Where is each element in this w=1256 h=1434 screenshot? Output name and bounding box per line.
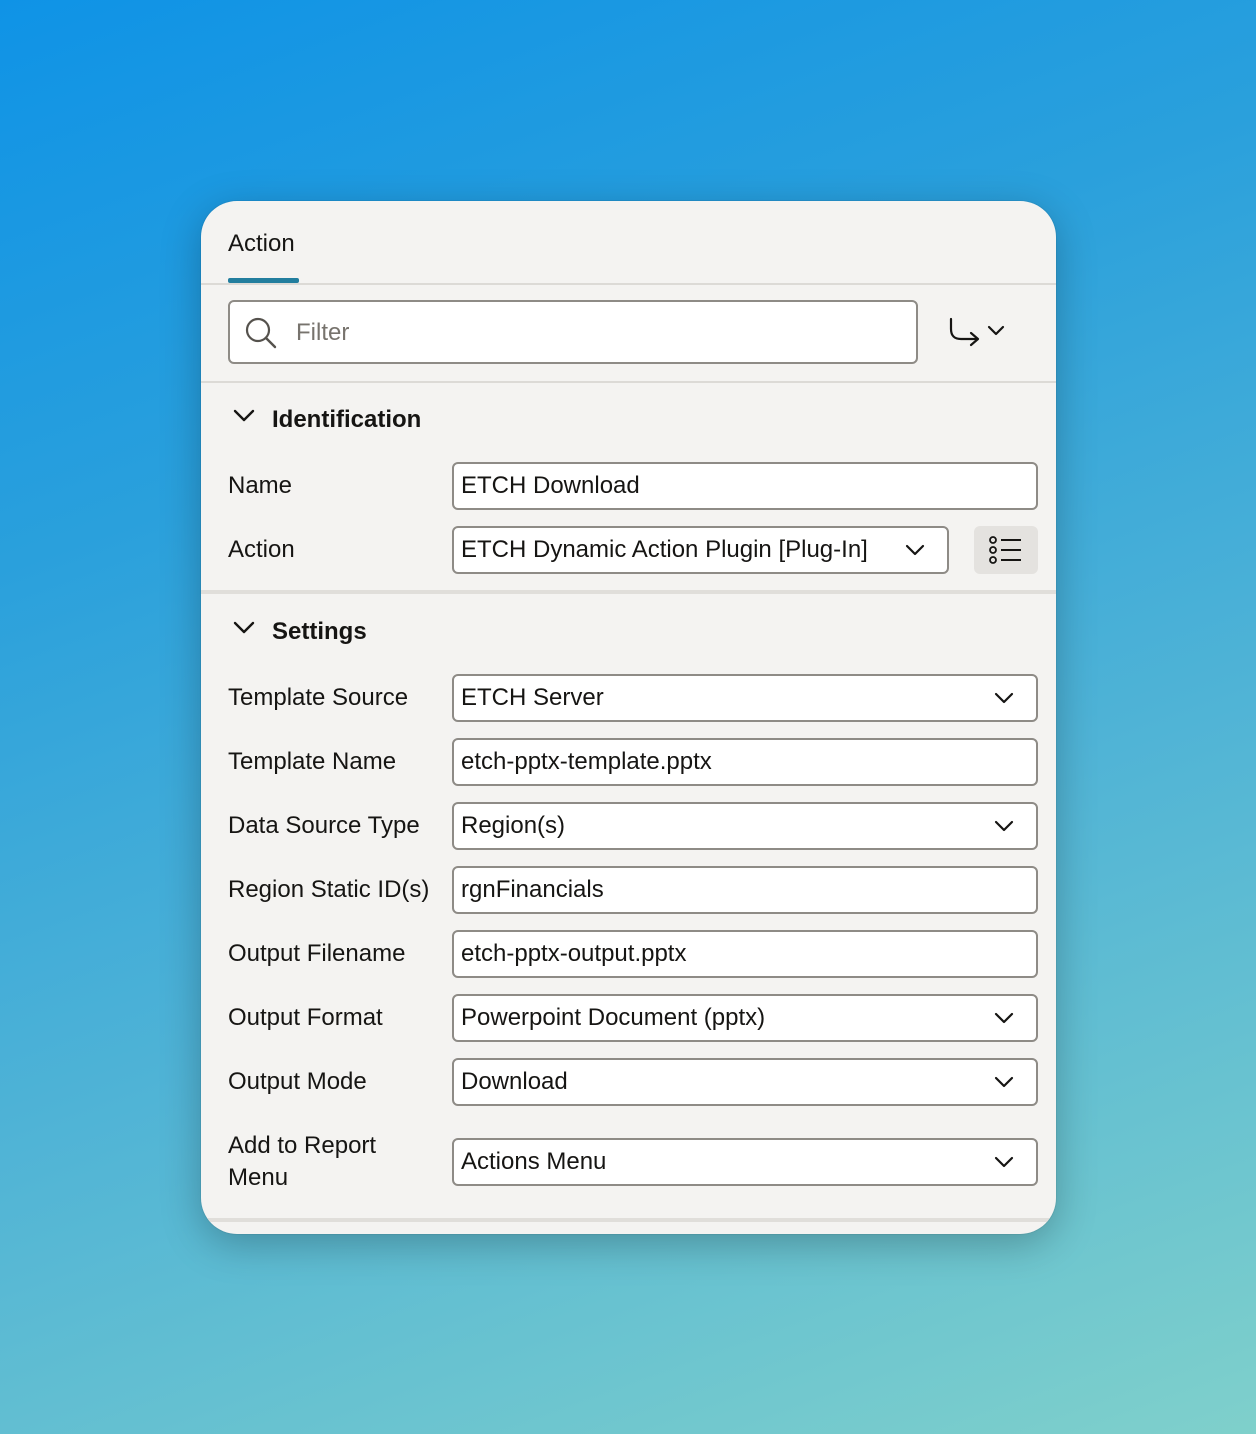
chevron-down-icon	[905, 544, 925, 556]
tab-action-label: Action	[228, 230, 295, 257]
section-divider	[201, 1218, 1056, 1222]
section-identification-header[interactable]: Identification	[201, 383, 1056, 455]
template-name-value: etch-pptx-template.pptx	[461, 748, 712, 775]
name-label: Name	[228, 472, 293, 499]
section-title-identification: Identification	[272, 406, 422, 433]
tab-action[interactable]: Action	[228, 227, 299, 283]
chevron-down-icon	[994, 692, 1014, 704]
name-value: ETCH Download	[461, 472, 640, 499]
filter-toolbar	[201, 285, 1056, 383]
template-source-label: Template Source	[228, 684, 409, 711]
template-name-label: Template Name	[228, 748, 397, 775]
add-to-report-menu-select[interactable]: Actions Menu	[452, 1138, 1038, 1186]
output-format-label: Output Format	[228, 1004, 383, 1031]
chevron-down-icon	[994, 1156, 1014, 1168]
search-icon	[245, 317, 277, 349]
template-source-select[interactable]: ETCH Server	[452, 674, 1038, 722]
action-list-button[interactable]	[974, 526, 1038, 574]
data-source-type-select[interactable]: Region(s)	[452, 802, 1038, 850]
list-icon	[989, 536, 1021, 564]
go-to-group-button[interactable]	[943, 313, 1013, 353]
output-filename-label: Output Filename	[228, 940, 406, 967]
data-source-type-label: Data Source Type	[228, 812, 420, 839]
data-source-type-value: Region(s)	[461, 812, 566, 839]
region-static-ids-field[interactable]: rgnFinancials	[452, 866, 1038, 914]
output-mode-select[interactable]: Download	[452, 1058, 1038, 1106]
section-settings-header[interactable]: Settings	[201, 595, 1056, 667]
add-to-report-menu-label: Add to Report Menu	[228, 1132, 377, 1191]
add-to-report-menu-value: Actions Menu	[461, 1148, 607, 1175]
output-format-select[interactable]: Powerpoint Document (pptx)	[452, 994, 1038, 1042]
section-title-settings: Settings	[272, 618, 367, 645]
chevron-down-icon	[233, 621, 255, 634]
name-field[interactable]: ETCH Download	[452, 462, 1038, 510]
filter-input[interactable]	[294, 312, 898, 354]
chevron-down-icon	[987, 325, 1005, 336]
template-name-field[interactable]: etch-pptx-template.pptx	[452, 738, 1038, 786]
output-format-value: Powerpoint Document (pptx)	[461, 1004, 766, 1031]
action-select[interactable]: ETCH Dynamic Action Plugin [Plug-In]	[452, 526, 949, 574]
action-label: Action	[228, 536, 295, 563]
chevron-down-icon	[233, 409, 255, 422]
output-filename-field[interactable]: etch-pptx-output.pptx	[452, 930, 1038, 978]
section-divider	[201, 590, 1056, 594]
template-source-value: ETCH Server	[461, 684, 604, 711]
filter-box[interactable]	[228, 300, 918, 364]
chevron-down-icon	[994, 1076, 1014, 1088]
region-static-ids-label: Region Static ID(s)	[228, 876, 430, 903]
output-mode-value: Download	[461, 1068, 568, 1095]
output-filename-value: etch-pptx-output.pptx	[461, 940, 687, 967]
property-editor-panel: Action Identification Name ETCH Do	[201, 201, 1056, 1234]
chevron-down-icon	[994, 820, 1014, 832]
region-static-ids-value: rgnFinancials	[461, 876, 604, 903]
tab-active-indicator	[228, 278, 299, 283]
action-value: ETCH Dynamic Action Plugin [Plug-In]	[461, 536, 868, 563]
chevron-down-icon	[994, 1012, 1014, 1024]
tab-bar: Action	[201, 201, 1056, 285]
output-mode-label: Output Mode	[228, 1068, 367, 1095]
go-to-group-icon	[949, 317, 1005, 347]
